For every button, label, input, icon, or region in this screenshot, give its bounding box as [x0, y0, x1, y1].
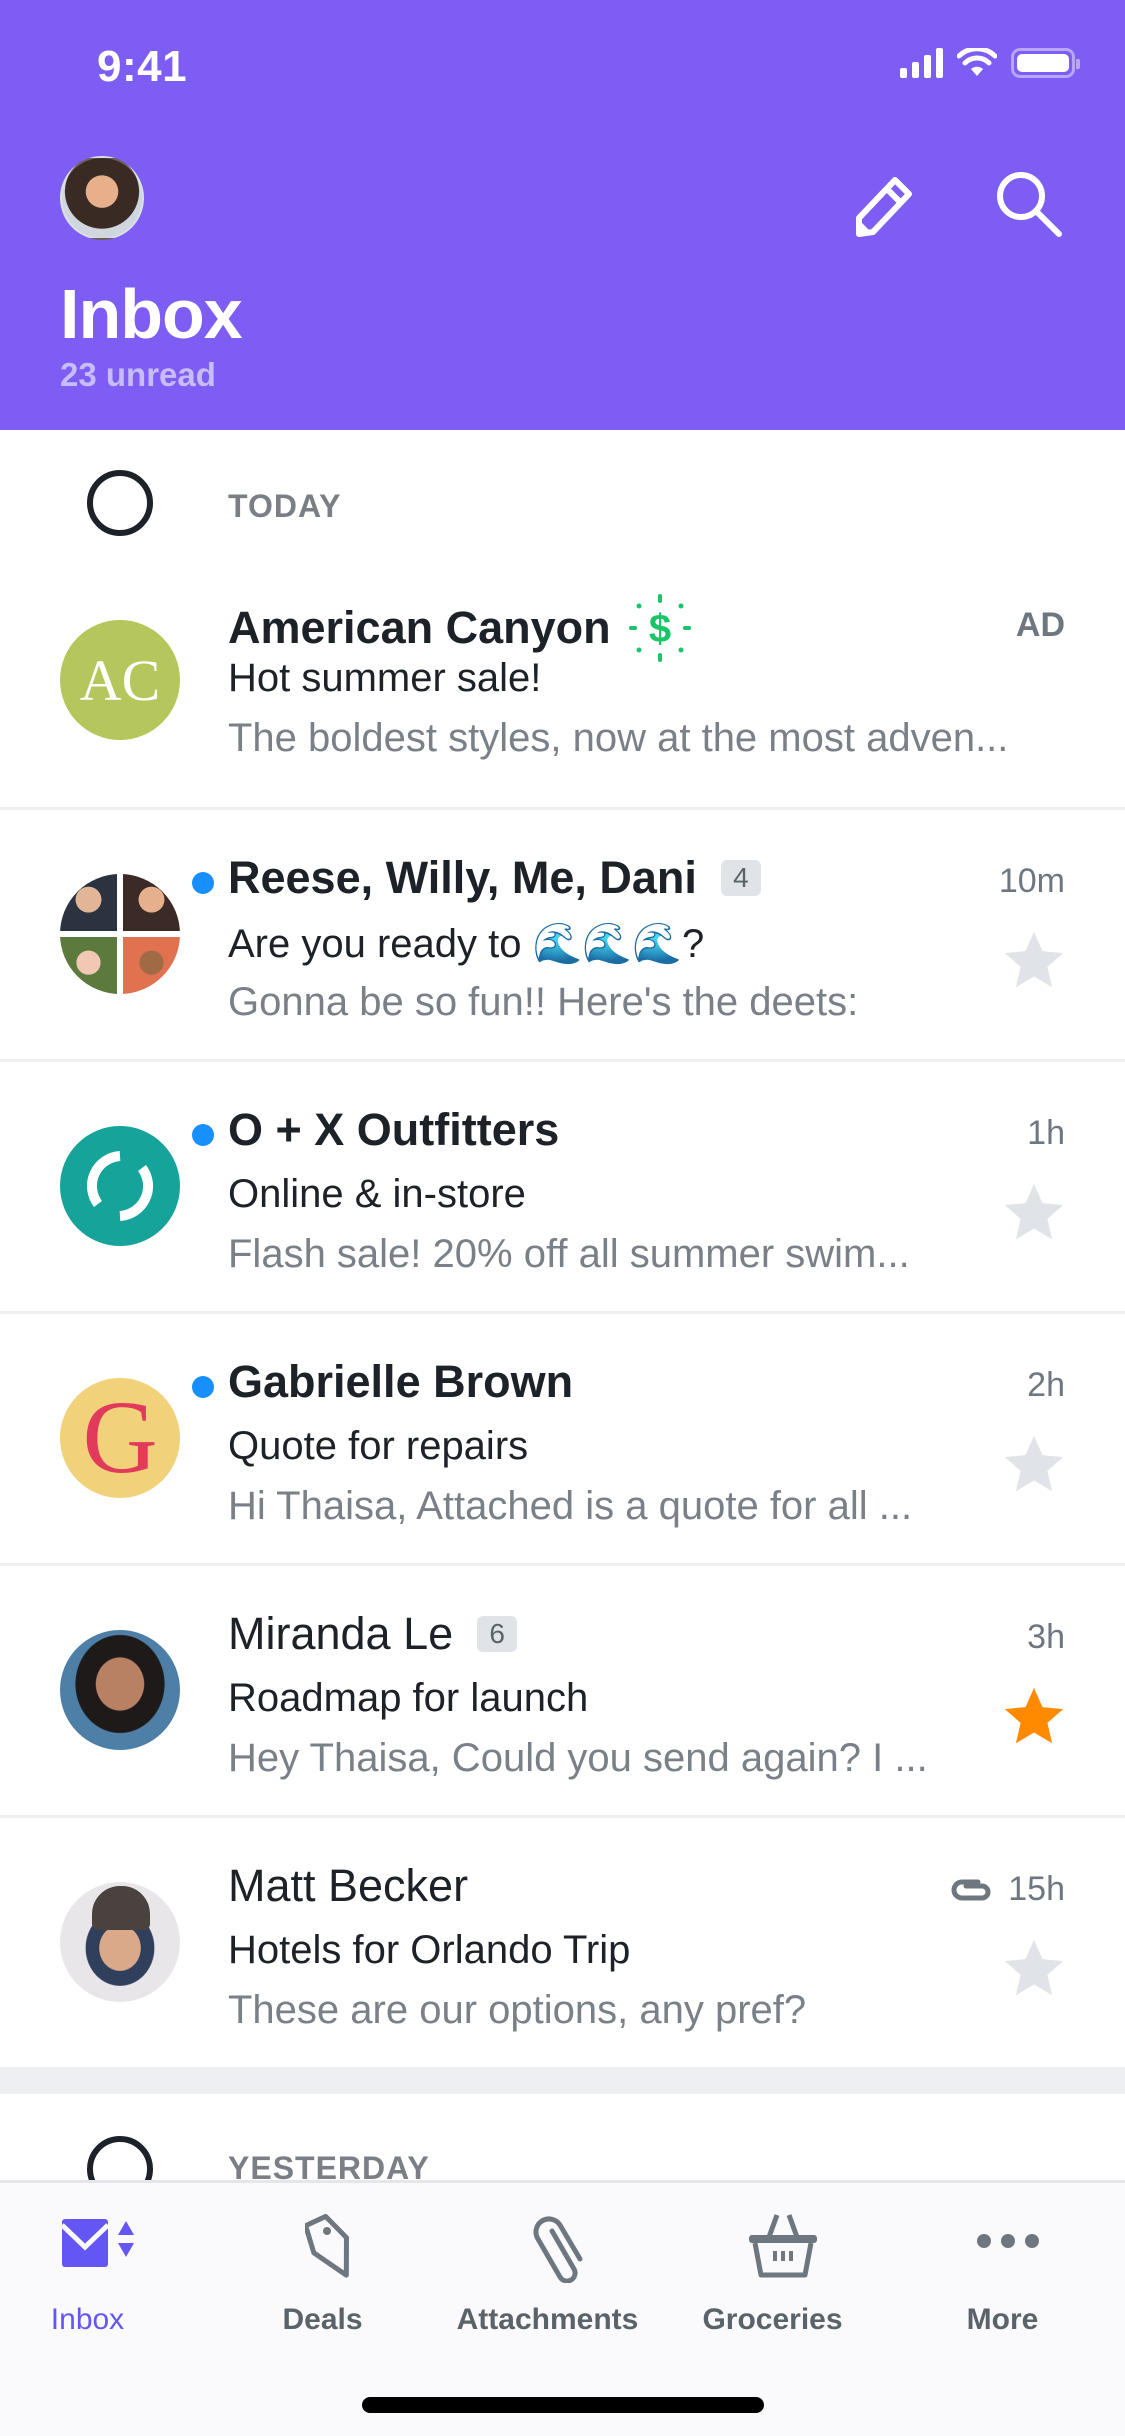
tab-label: Inbox [50, 2303, 125, 2336]
tab-label: Attachments [456, 2303, 639, 2336]
timestamp: 15h [1008, 1870, 1065, 1908]
timestamp: 2h [1027, 1366, 1065, 1404]
tab-attachments[interactable]: Attachments [450, 2211, 675, 2351]
section-header-today: TODAY [0, 440, 1125, 560]
sender-name: American Canyon [228, 602, 611, 653]
sender-avatar: G [60, 1378, 180, 1498]
avatar-initials: AC [79, 647, 161, 713]
status-icons [900, 48, 1080, 78]
subject: Hotels for Orlando Trip [228, 1928, 631, 1972]
wifi-icon [957, 48, 997, 76]
participant-avatar [123, 937, 180, 994]
sender-avatar [60, 1882, 180, 2002]
star-icon[interactable] [999, 1178, 1069, 1248]
timestamp: 1h [1027, 1114, 1065, 1152]
star-icon[interactable] [999, 1430, 1069, 1500]
tab-more[interactable]: More [900, 2211, 1125, 2351]
snippet: These are our options, any pref? [228, 1988, 807, 2032]
subject: Quote for repairs [228, 1424, 529, 1468]
battery-icon [1011, 48, 1080, 78]
sender: Reese, Willy, Me, Dani 4 [228, 852, 761, 904]
svg-text:$: $ [649, 607, 671, 651]
participant-avatar [123, 874, 180, 931]
status-time: 9:41 [97, 42, 188, 91]
timestamp: 10m [998, 862, 1065, 900]
paperclip-icon [533, 2216, 583, 2283]
subject: Online & in-store [228, 1172, 526, 1216]
dollar-deal-icon: $ [628, 594, 691, 662]
inbox-header: 9:41 Inbox 23 unread [0, 0, 1125, 430]
email-row[interactable]: Reese, Willy, Me, Dani 4 10m Are you rea… [0, 810, 1125, 1062]
timestamp: 3h [1027, 1618, 1065, 1656]
section-divider [0, 2068, 1125, 2094]
sender-avatar [60, 1126, 180, 1246]
tab-label: More [966, 2303, 1039, 2336]
email-row[interactable]: Matt Becker 15h Hotels for Orlando Trip … [0, 1818, 1125, 2070]
timestamp-with-attachment: 15h [948, 1870, 1065, 1909]
home-indicator[interactable] [362, 2397, 764, 2413]
attachment-icon [951, 1879, 991, 1900]
sender-avatar: AC [60, 620, 180, 740]
tab-deals[interactable]: Deals [225, 2211, 450, 2351]
tab-label: Deals [282, 2303, 363, 2336]
page-title: Inbox [60, 275, 243, 353]
section-label: TODAY [228, 488, 342, 524]
thread-count-badge: 4 [720, 860, 761, 896]
participant-avatar [60, 874, 117, 931]
sender: Matt Becker [228, 1860, 468, 1912]
tag-icon [305, 2213, 349, 2278]
sender: O + X Outfitters [228, 1104, 559, 1156]
unread-dot [192, 872, 214, 894]
sender: Gabrielle Brown [228, 1356, 573, 1408]
more-dots-icon [977, 2234, 1039, 2248]
thread-count-badge: 6 [477, 1616, 518, 1652]
sender-name: O + X Outfitters [228, 1104, 560, 1155]
sender-name: Miranda Le [228, 1608, 454, 1659]
compose-icon[interactable] [847, 168, 919, 240]
email-row[interactable]: O + X Outfitters 1h Online & in-store Fl… [0, 1062, 1125, 1314]
group-avatar [60, 874, 180, 994]
unread-dot [192, 1376, 214, 1398]
unread-count: 23 unread [60, 356, 216, 393]
inbox-envelope-icon [60, 2219, 134, 2267]
subject: Hot summer sale! [228, 656, 542, 700]
email-row[interactable]: Miranda Le 6 3h Roadmap for launch Hey T… [0, 1566, 1125, 1818]
sender: Miranda Le 6 [228, 1608, 518, 1660]
snippet: Gonna be so fun!! Here's the deets: [228, 980, 859, 1024]
email-row[interactable]: G Gabrielle Brown 2h Quote for repairs H… [0, 1314, 1125, 1566]
star-icon[interactable] [999, 1934, 1069, 2004]
star-icon-active[interactable] [999, 1682, 1069, 1752]
subject: Are you ready to 🌊🌊🌊? [228, 922, 705, 966]
avatar-initials: G [82, 1380, 158, 1495]
email-row[interactable]: AC American Canyon $ AD Hot summer sale!… [0, 558, 1125, 810]
unread-dot [192, 1124, 214, 1146]
cellular-signal-icon [900, 48, 943, 78]
snippet: Flash sale! 20% off all summer swim... [228, 1232, 910, 1276]
select-all-checkbox[interactable] [87, 470, 153, 536]
participant-avatar [60, 937, 117, 994]
snippet: Hey Thaisa, Could you send again? I ... [228, 1736, 928, 1780]
sender-name: Gabrielle Brown [228, 1356, 574, 1407]
basket-icon [749, 2214, 817, 2278]
sender-name: Reese, Willy, Me, Dani [228, 852, 697, 903]
sender: American Canyon $ [228, 592, 693, 664]
sender-avatar [60, 1630, 180, 1750]
star-icon[interactable] [999, 926, 1069, 996]
sender-name: Matt Becker [228, 1860, 469, 1911]
snippet: The boldest styles, now at the most adve… [228, 716, 1009, 760]
tab-groceries[interactable]: Groceries [675, 2211, 900, 2351]
snippet: Hi Thaisa, Attached is a quote for all .… [228, 1484, 913, 1528]
brand-logo-icon [87, 1151, 153, 1221]
user-avatar[interactable] [60, 156, 144, 240]
tab-inbox[interactable]: Inbox [0, 2211, 225, 2351]
tab-label: Groceries [702, 2303, 843, 2336]
search-icon[interactable] [993, 168, 1065, 240]
subject: Roadmap for launch [228, 1676, 589, 1720]
ad-label: AD [1015, 606, 1065, 644]
